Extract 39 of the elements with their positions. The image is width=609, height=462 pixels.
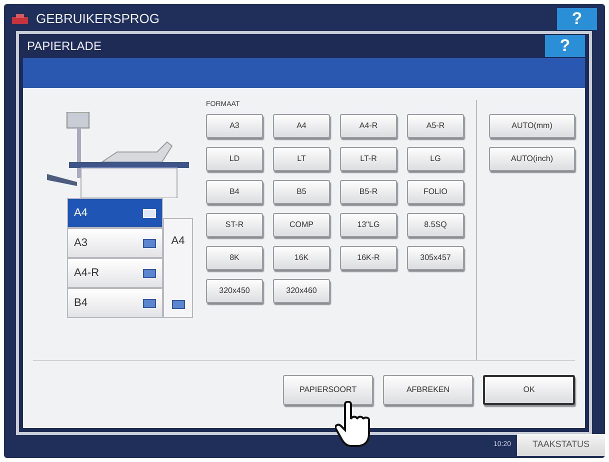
format-button[interactable]: B5-R xyxy=(340,180,397,204)
format-button[interactable]: 305x457 xyxy=(407,246,464,270)
cancel-button[interactable]: AFBREKEN xyxy=(383,375,473,405)
format-button[interactable]: 13"LG xyxy=(340,212,397,236)
format-button[interactable]: LG xyxy=(407,146,464,170)
paper-tray[interactable]: A4 xyxy=(67,198,163,228)
bypass-tray[interactable]: A4 xyxy=(163,218,193,318)
format-button[interactable]: 320x450 xyxy=(206,278,263,302)
format-button[interactable]: A4-R xyxy=(340,114,397,138)
hand-pointer-icon xyxy=(335,401,373,447)
auto-size-button[interactable]: AUTO(inch) xyxy=(489,147,575,171)
format-button[interactable]: B4 xyxy=(206,180,263,204)
screen-title: GEBRUIKERSPROG xyxy=(36,10,160,28)
paper-tray[interactable]: A3 xyxy=(67,228,163,258)
format-button[interactable]: LT xyxy=(273,146,330,170)
format-button[interactable]: LD xyxy=(206,146,263,170)
format-button[interactable]: A5-R xyxy=(407,114,464,138)
format-button[interactable]: 320x460 xyxy=(273,278,330,302)
format-button[interactable]: 16K xyxy=(273,246,330,270)
format-button[interactable]: ST-R xyxy=(206,212,263,236)
format-button[interactable]: FOLIO xyxy=(407,180,464,204)
format-button[interactable]: A4 xyxy=(273,114,330,138)
format-button[interactable]: A3 xyxy=(206,114,263,138)
paper-type-button[interactable]: PAPIERSOORT xyxy=(283,375,373,405)
logo-icon xyxy=(12,14,28,24)
format-button[interactable]: LT-R xyxy=(340,146,397,170)
format-button[interactable]: 8.5SQ xyxy=(407,212,464,236)
auto-size-button[interactable]: AUTO(mm) xyxy=(489,114,575,138)
format-button[interactable]: B5 xyxy=(273,180,330,204)
paper-tray[interactable]: B4 xyxy=(67,288,163,318)
dialog-title: PAPIERLADE xyxy=(27,38,102,55)
paper-tray[interactable]: A4-R xyxy=(67,258,163,288)
help-button[interactable]: ? xyxy=(557,8,597,30)
format-button[interactable]: COMP xyxy=(273,212,330,236)
format-button[interactable]: 8K xyxy=(206,246,263,270)
ok-button[interactable]: OK xyxy=(483,375,575,405)
help-button[interactable]: ? xyxy=(545,35,585,57)
format-button[interactable]: 16K-R xyxy=(340,246,397,270)
job-status-button[interactable]: TAAKSTATUS xyxy=(517,434,605,456)
